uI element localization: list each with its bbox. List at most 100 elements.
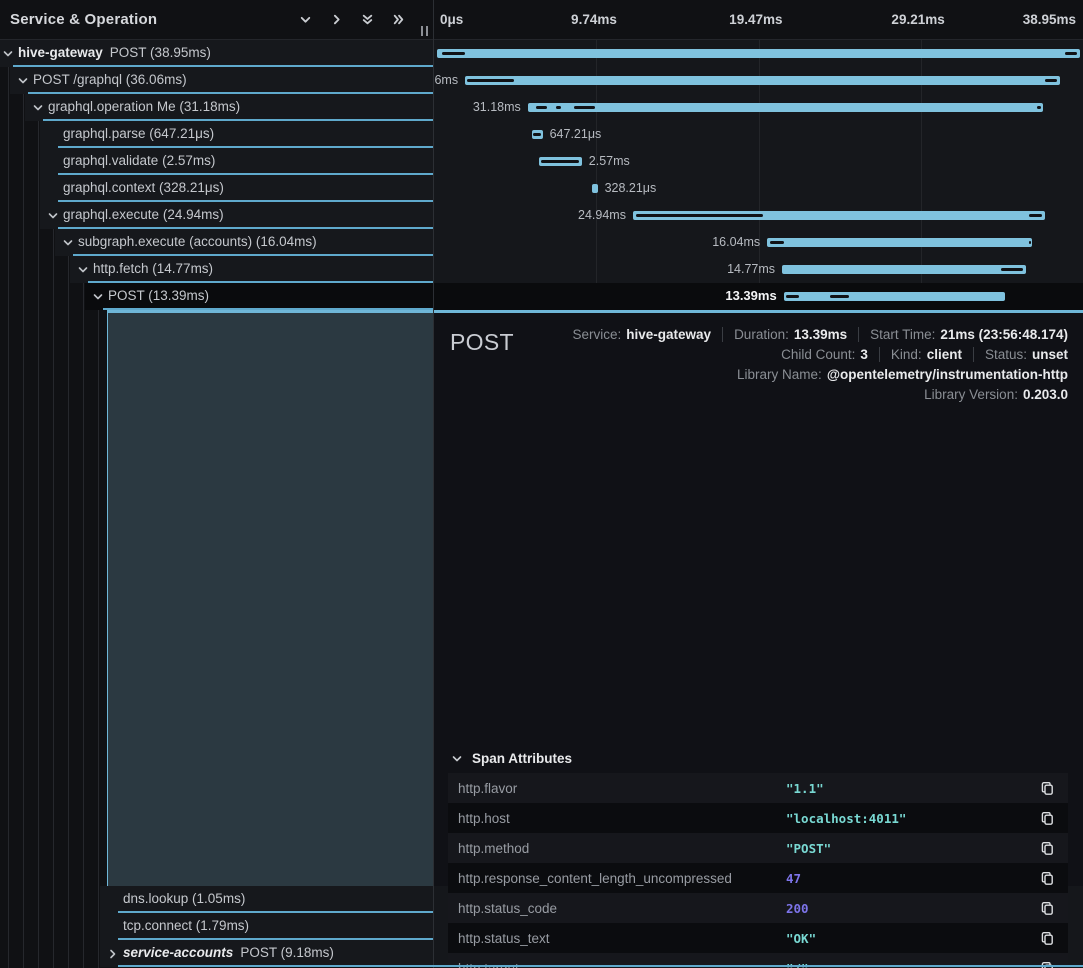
double-chevron-down-icon[interactable]: [360, 13, 374, 27]
double-chevron-right-icon[interactable]: [391, 13, 405, 27]
service-operation-panel: Service & Operation hive-gatewayPOST (38…: [0, 0, 434, 968]
copy-icon[interactable]: [1038, 779, 1056, 797]
span-bar[interactable]: [528, 103, 1043, 112]
field-value: 3: [860, 347, 868, 362]
critical-path-mark: [536, 106, 547, 109]
critical-path-mark: [830, 295, 849, 298]
span-detail-title: POST: [450, 329, 514, 356]
span-attributes-header[interactable]: Span Attributes: [451, 751, 572, 766]
tree-row-label: graphql.validate (2.57ms): [63, 148, 215, 175]
tree-row[interactable]: subgraph.execute (accounts) (16.04ms): [0, 229, 434, 256]
chevron-down-icon[interactable]: [62, 236, 74, 248]
tree-row-label: POST /graphql (36.06ms): [33, 67, 187, 94]
span-bar[interactable]: [592, 184, 597, 193]
bottom-row-underline: [118, 965, 1083, 967]
span-detail-panel: POST Service:hive-gatewayDuration:13.39m…: [434, 310, 1083, 886]
copy-icon[interactable]: [1038, 929, 1056, 947]
attribute-key: http.host: [458, 811, 786, 826]
attribute-value: 200: [786, 901, 1038, 916]
tree-row[interactable]: tcp.connect (1.79ms): [0, 913, 434, 940]
tree-row[interactable]: dns.lookup (1.05ms): [0, 886, 434, 913]
attribute-value: "OK": [786, 931, 1038, 946]
field-value: unset: [1032, 347, 1068, 362]
tree-row[interactable]: POST /graphql (36.06ms): [0, 67, 434, 94]
chevron-down-icon[interactable]: [47, 209, 59, 221]
copy-icon[interactable]: [1038, 839, 1056, 857]
field-value: 21ms (23:56:48.174): [940, 327, 1068, 342]
field-value: 0.203.0: [1023, 387, 1068, 402]
span-bar[interactable]: [784, 292, 1005, 301]
chevron-down-icon[interactable]: [2, 47, 14, 59]
tree-row-label: tcp.connect (1.79ms): [123, 913, 249, 940]
span-duration-label: 36.06ms: [434, 67, 458, 94]
tree-row[interactable]: graphql.context (328.21μs): [0, 175, 434, 202]
chevron-down-icon[interactable]: [32, 101, 44, 113]
field-label: Start Time:: [870, 327, 935, 342]
tree-row[interactable]: graphql.operation Me (31.18ms): [0, 94, 434, 121]
critical-path-mark: [1045, 79, 1057, 82]
attribute-row: http.status_text"OK": [448, 923, 1068, 953]
timeline-row[interactable]: 14.77ms: [434, 256, 1083, 283]
span-bar[interactable]: [539, 157, 581, 166]
panel-resize-grip[interactable]: [421, 26, 428, 36]
span-bar[interactable]: [465, 76, 1060, 85]
field-value: hive-gateway: [626, 327, 711, 342]
field-label: Status:: [985, 347, 1027, 362]
timeline-row[interactable]: 16.04ms: [434, 229, 1083, 256]
tree-toolbar: [298, 13, 405, 27]
timeline-row[interactable]: 2.57ms: [434, 148, 1083, 175]
tree-row[interactable]: service-accountsPOST (9.18ms): [0, 940, 434, 967]
tree-row-label: http.fetch (14.77ms): [93, 256, 213, 283]
field-value: client: [927, 347, 962, 362]
tree-row[interactable]: graphql.execute (24.94ms): [0, 202, 434, 229]
chevron-down-icon[interactable]: [77, 263, 89, 275]
tree-row[interactable]: graphql.parse (647.21μs): [0, 121, 434, 148]
tree-row-label: dns.lookup (1.05ms): [123, 886, 245, 913]
attribute-value: "1.1": [786, 781, 1038, 796]
span-bar[interactable]: [633, 211, 1045, 220]
chevron-down-icon: [451, 753, 463, 765]
copy-icon[interactable]: [1038, 809, 1056, 827]
attribute-key: http.status_text: [458, 931, 786, 946]
chevron-down-icon[interactable]: [17, 74, 29, 86]
tree-row[interactable]: POST (13.39ms): [0, 283, 434, 310]
copy-icon[interactable]: [1038, 869, 1056, 887]
tree-row-label: hive-gatewayPOST (38.95ms): [18, 40, 211, 67]
chevron-down-icon[interactable]: [92, 290, 104, 302]
timeline-row[interactable]: 36.06ms: [434, 67, 1083, 94]
span-attributes-title: Span Attributes: [472, 751, 572, 766]
span-duration-label: 13.39ms: [725, 283, 776, 310]
tree-row-label: graphql.context (328.21μs): [63, 175, 224, 202]
attribute-row: http.response_content_length_uncompresse…: [448, 863, 1068, 893]
copy-icon[interactable]: [1038, 899, 1056, 917]
tree-row[interactable]: graphql.validate (2.57ms): [0, 148, 434, 175]
chevron-right-icon[interactable]: [107, 947, 119, 959]
span-bar[interactable]: [532, 130, 543, 139]
critical-path-mark: [442, 52, 465, 55]
service-operation-header: Service & Operation: [0, 0, 433, 40]
chevron-down-icon[interactable]: [298, 13, 312, 27]
chevron-right-icon[interactable]: [329, 13, 343, 27]
timeline-row[interactable]: 328.21μs: [434, 175, 1083, 202]
timeline-row[interactable]: [434, 40, 1083, 67]
field-label: Kind:: [891, 347, 922, 362]
field-label: Service:: [572, 327, 621, 342]
timeline-row[interactable]: 24.94ms: [434, 202, 1083, 229]
timeline-row[interactable]: 13.39ms: [434, 283, 1083, 310]
timeline-row[interactable]: 31.18ms: [434, 94, 1083, 121]
span-bar[interactable]: [437, 49, 1080, 58]
field-divider: [973, 347, 974, 362]
trace-viewer: Service & Operation hive-gatewayPOST (38…: [0, 0, 1083, 968]
critical-path-mark: [574, 106, 595, 109]
span-summary-line: Child Count:3Kind:clientStatus:unset: [781, 347, 1068, 362]
attribute-row: http.host"localhost:4011": [448, 803, 1068, 833]
attribute-value: 47: [786, 871, 1038, 886]
timeline-row[interactable]: 647.21μs: [434, 121, 1083, 148]
span-duration-label: 647.21μs: [550, 121, 602, 148]
span-bar[interactable]: [782, 265, 1026, 274]
span-bar[interactable]: [767, 238, 1032, 247]
tree-row[interactable]: http.fetch (14.77ms): [0, 256, 434, 283]
service-name: service-accounts: [123, 945, 233, 960]
tree-row[interactable]: hive-gatewayPOST (38.95ms): [0, 40, 434, 67]
selected-span-detail-spacer: [107, 310, 434, 886]
